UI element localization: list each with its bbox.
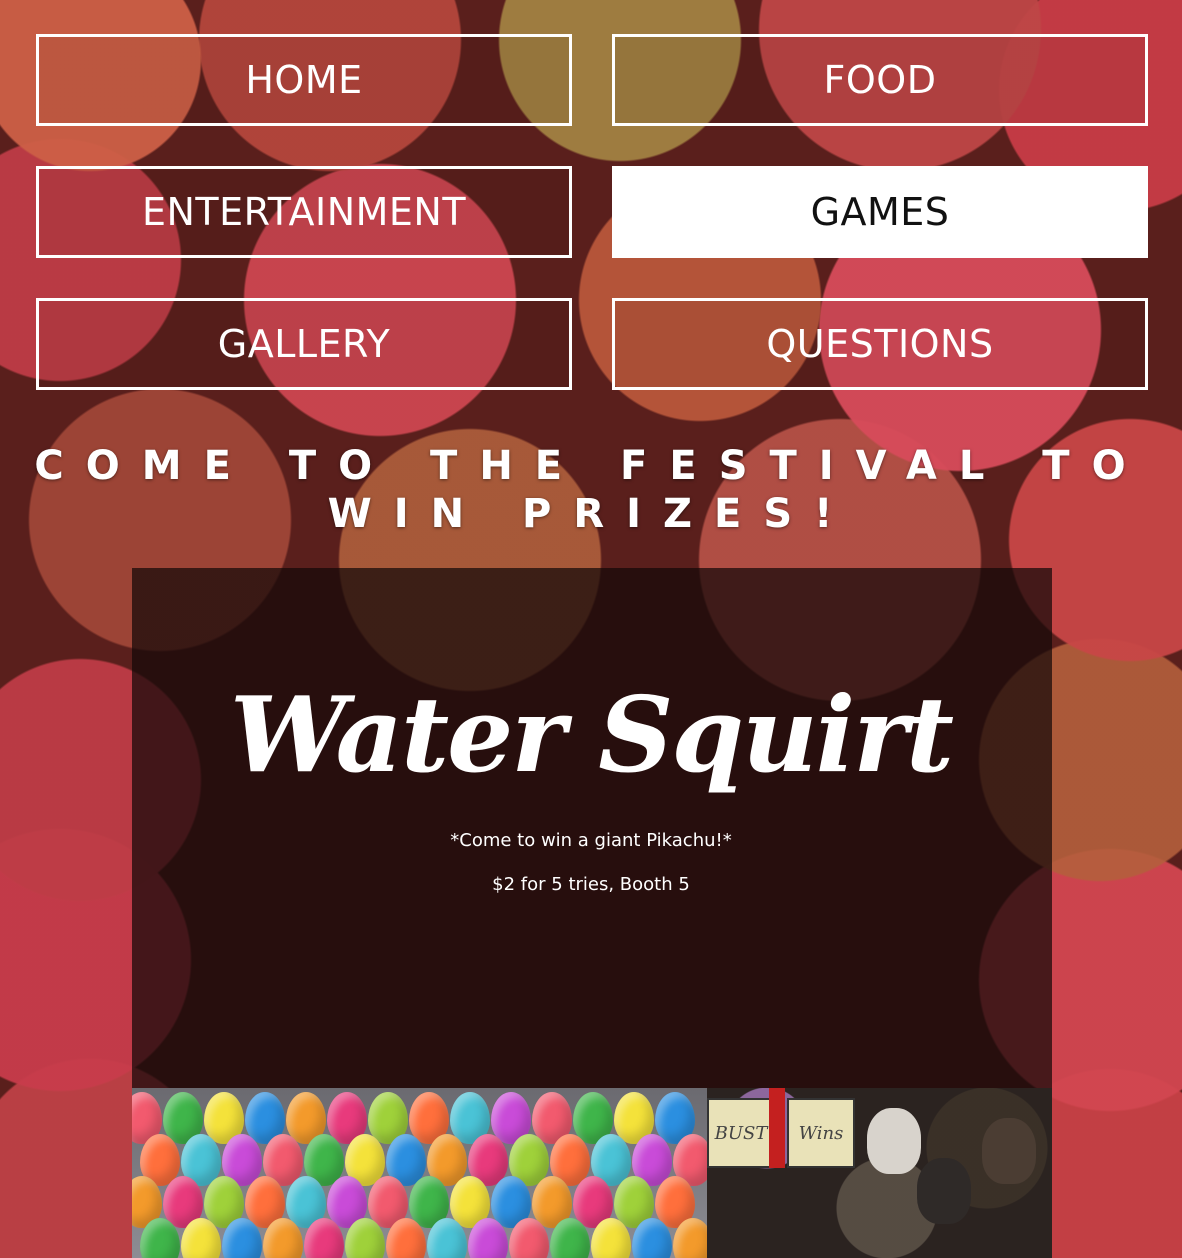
plush-toy	[982, 1118, 1036, 1184]
game-title: Water Squirt	[229, 673, 954, 796]
plush-toy	[917, 1158, 971, 1224]
wins-sign: Wins	[787, 1098, 855, 1168]
nav-entertainment-button[interactable]: ENTERTAINMENT	[36, 166, 572, 258]
game-card	[132, 568, 1052, 1088]
game-details: $2 for 5 tries, Booth 5	[492, 874, 690, 895]
nav-food-button[interactable]: FOOD	[612, 34, 1148, 126]
balloon-wall	[132, 1088, 713, 1258]
nav-gallery-button[interactable]: GALLERY	[36, 298, 572, 390]
plush-toy	[867, 1108, 921, 1174]
bust-sign: BUST	[707, 1098, 775, 1168]
page-heading: COME TO THE FESTIVAL TO WIN PRIZES!	[34, 443, 1148, 537]
sign-post	[769, 1088, 785, 1168]
main-nav: HOME FOOD ENTERTAINMENT GAMES GALLERY QU…	[36, 34, 1148, 390]
nav-questions-button[interactable]: QUESTIONS	[612, 298, 1148, 390]
game-photo: BUST Wins	[132, 1088, 1052, 1258]
prize-area: BUST Wins	[707, 1088, 1052, 1258]
game-tagline: *Come to win a giant Pikachu!*	[450, 830, 732, 851]
nav-home-button[interactable]: HOME	[36, 34, 572, 126]
nav-games-button[interactable]: GAMES	[612, 166, 1148, 258]
